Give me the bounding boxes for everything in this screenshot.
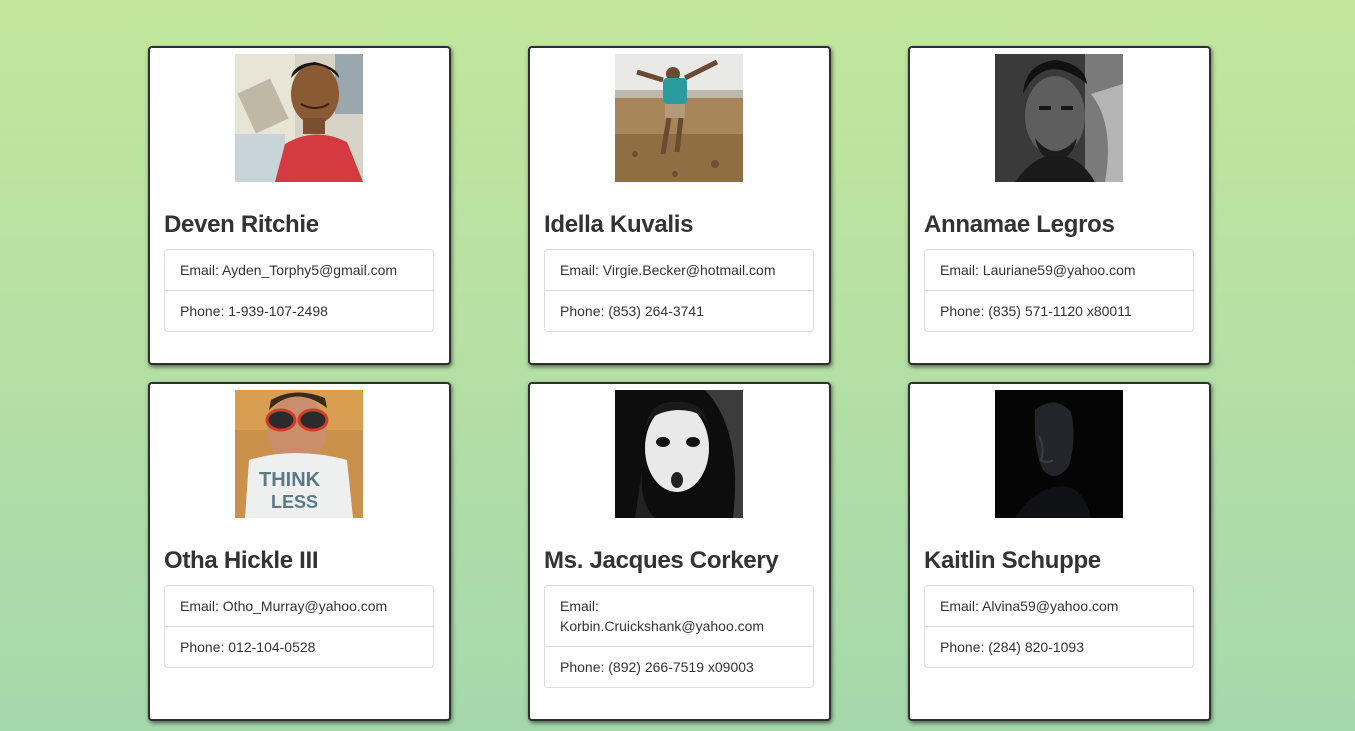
avatar <box>615 54 743 182</box>
email-row: Email: Virgie.Becker@hotmail.com <box>545 250 813 290</box>
svg-text:LESS: LESS <box>271 492 318 512</box>
contact-name: Deven Ritchie <box>164 211 319 238</box>
phone-value: (892) 266-7519 x09003 <box>608 659 754 675</box>
email-label: Email: <box>560 262 599 278</box>
contact-name: Annamae Legros <box>924 211 1115 238</box>
phone-value: (853) 264-3741 <box>608 303 705 319</box>
email-value: Ayden_Torphy5@gmail.com <box>222 262 398 278</box>
contact-card: Deven Ritchie Email: Ayden_Torphy5@gmail… <box>148 46 451 365</box>
contact-details: Email: Korbin.Cruickshank@yahoo.com Phon… <box>544 585 814 688</box>
avatar: THINK LESS <box>235 390 363 518</box>
email-value: Otho_Murray@yahoo.com <box>222 598 388 614</box>
phone-label: Phone: <box>180 639 225 655</box>
avatar <box>995 390 1123 518</box>
contact-details: Email: Virgie.Becker@hotmail.com Phone: … <box>544 249 814 332</box>
contact-details: Email: Otho_Murray@yahoo.com Phone: 012-… <box>164 585 434 668</box>
phone-label: Phone: <box>940 639 985 655</box>
phone-value: 1-939-107-2498 <box>228 303 328 319</box>
phone-label: Phone: <box>560 659 605 675</box>
phone-value: (835) 571-1120 x80011 <box>988 303 1132 319</box>
email-row: Email: Alvina59@yahoo.com <box>925 586 1193 626</box>
email-row: Email: Lauriane59@yahoo.com <box>925 250 1193 290</box>
contact-card: THINK LESS Otha Hickle III Email: Otho_M… <box>148 382 451 721</box>
phone-row: Phone: (853) 264-3741 <box>545 290 813 331</box>
avatar <box>995 54 1123 182</box>
phone-row: Phone: (284) 820-1093 <box>925 626 1193 667</box>
phone-row: Phone: 012-104-0528 <box>165 626 433 667</box>
contact-name: Ms. Jacques Corkery <box>544 547 779 574</box>
contact-name: Idella Kuvalis <box>544 211 694 238</box>
contact-details: Email: Alvina59@yahoo.com Phone: (284) 8… <box>924 585 1194 668</box>
phone-label: Phone: <box>180 303 225 319</box>
contact-card: Ms. Jacques Corkery Email: Korbin.Cruick… <box>528 382 831 721</box>
phone-value: 012-104-0528 <box>228 639 316 655</box>
contact-name: Otha Hickle III <box>164 547 319 574</box>
phone-label: Phone: <box>940 303 985 319</box>
contact-card: Annamae Legros Email: Lauriane59@yahoo.c… <box>908 46 1211 365</box>
phone-label: Phone: <box>560 303 605 319</box>
contact-grid: Deven Ritchie Email: Ayden_Torphy5@gmail… <box>148 46 1212 721</box>
email-row: Email: Otho_Murray@yahoo.com <box>165 586 433 626</box>
email-label: Email: <box>940 262 979 278</box>
contact-details: Email: Lauriane59@yahoo.com Phone: (835)… <box>924 249 1194 332</box>
avatar <box>235 54 363 182</box>
contact-card: Kaitlin Schuppe Email: Alvina59@yahoo.co… <box>908 382 1211 721</box>
email-row: Email: Ayden_Torphy5@gmail.com <box>165 250 433 290</box>
avatar <box>615 390 743 518</box>
email-label: Email: <box>180 598 219 614</box>
phone-row: Phone: 1-939-107-2498 <box>165 290 433 331</box>
email-row: Email: Korbin.Cruickshank@yahoo.com <box>545 586 813 646</box>
contact-details: Email: Ayden_Torphy5@gmail.com Phone: 1-… <box>164 249 434 332</box>
email-value: Korbin.Cruickshank@yahoo.com <box>560 618 765 634</box>
contact-card: Idella Kuvalis Email: Virgie.Becker@hotm… <box>528 46 831 365</box>
email-value: Virgie.Becker@hotmail.com <box>602 262 776 278</box>
email-label: Email: <box>560 598 599 614</box>
phone-row: Phone: (892) 266-7519 x09003 <box>545 646 813 687</box>
phone-value: (284) 820-1093 <box>988 639 1085 655</box>
contact-name: Kaitlin Schuppe <box>924 547 1101 574</box>
email-label: Email: <box>180 262 219 278</box>
phone-row: Phone: (835) 571-1120 x80011 <box>925 290 1193 331</box>
email-value: Alvina59@yahoo.com <box>982 598 1119 614</box>
email-label: Email: <box>940 598 979 614</box>
email-value: Lauriane59@yahoo.com <box>982 262 1136 278</box>
svg-text:THINK: THINK <box>259 469 321 491</box>
